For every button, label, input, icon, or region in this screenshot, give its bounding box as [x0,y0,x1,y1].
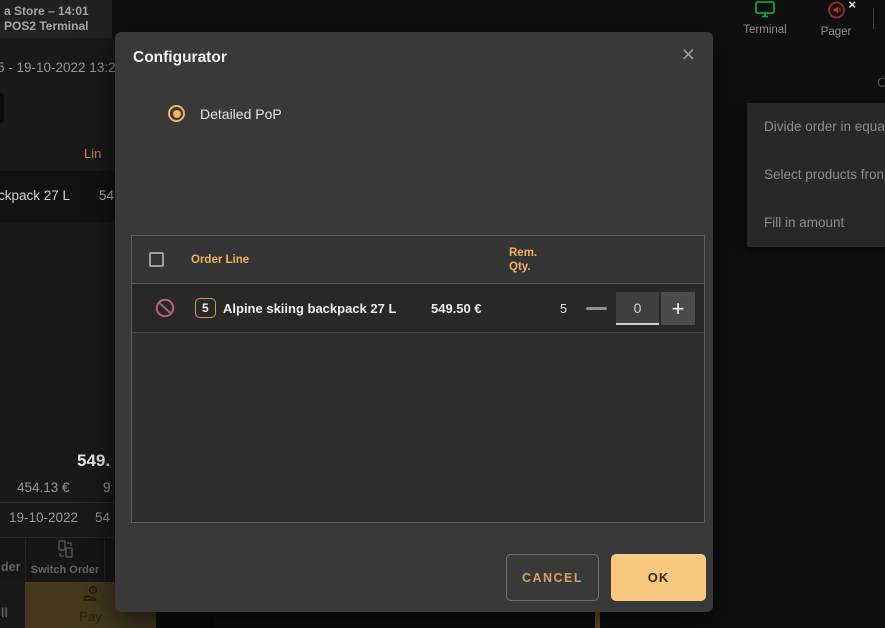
column-header-rem: Rem. [509,247,537,259]
remaining-qty: 5 [560,302,567,316]
column-header-order-line: Order Line [191,254,249,266]
pay-hand-coin-icon [81,585,101,604]
switch-order-label: Switch Order [26,564,104,576]
select-all-checkbox[interactable] [149,252,164,267]
edge-text-fragment: C [877,74,885,90]
qty-input[interactable] [616,292,659,325]
dialog-title: Configurator [133,49,227,67]
table-row: 5 Alpine skiing backpack 27 L 549.50 € 5… [132,284,704,333]
recall-button-fragment[interactable]: ll [1,606,8,620]
column-header-qty: Qty. [509,261,531,273]
terminal-monitor-icon [754,1,776,18]
product-price: 549.50 € [431,301,482,316]
subtotal-value-right: 9 [103,480,111,495]
configurator-dialog: Configurator × Detailed PoP Order Line R… [115,32,713,612]
pager-button[interactable]: × Pager [808,1,864,33]
order-line-name: ckpack 27 L [0,188,70,203]
decrease-qty-button[interactable] [582,296,610,320]
order-tab[interactable]: 5 - 19-10-2022 13:2 [0,60,117,75]
terminal-button[interactable]: Terminal [737,1,793,33]
table-header-row: Order Line Rem. Qty. [132,236,704,284]
detailed-pop-radio-row[interactable]: Detailed PoP [168,105,282,122]
subtotal-value: 454.13 € [17,480,70,495]
terminal-name: POS2 Terminal [4,19,112,34]
radio-selected-icon[interactable] [168,105,185,122]
order-tab-marker [0,93,4,123]
switch-order-button[interactable]: Switch Order [26,537,104,581]
order-date: 19-10-2022 [9,510,78,525]
menu-item-select-products[interactable]: Select products fron [747,151,885,199]
line-column-header: Lin [84,146,101,161]
switch-order-icon [56,540,75,559]
increase-qty-button[interactable]: + [661,292,695,325]
column-header-rem-qty: Rem. Qty. [509,246,537,274]
pager-icon [827,1,846,20]
order-total: 549. [77,451,110,471]
line-qty-badge: 5 [195,298,216,318]
store-name-time: a Store – 14:01 [4,4,112,19]
not-allowed-icon [155,298,175,318]
pager-close-x: × [848,0,856,12]
button-divider [104,537,105,581]
order-date-amount: 54 [95,510,110,525]
split-order-context-menu: Divide order in equa Select products fro… [747,103,885,247]
order-line-price: 54 [99,188,114,203]
pager-label: Pager [808,26,864,38]
order-lines-table: Order Line Rem. Qty. 5 Alpine skiing bac… [131,235,705,523]
cancel-button[interactable]: CANCEL [506,554,599,601]
backdrop-strip [160,617,213,628]
ok-button[interactable]: OK [611,554,706,601]
menu-item-divide-order[interactable]: Divide order in equa [747,103,885,151]
store-header-panel: a Store – 14:01 POS2 Terminal [0,0,112,38]
product-name: Alpine skiing backpack 27 L [223,301,396,316]
topbar-divider [873,8,874,29]
minus-icon [586,307,607,310]
totals-divider [0,502,115,503]
radio-label: Detailed PoP [200,106,282,122]
menu-item-fill-in-amount[interactable]: Fill in amount [747,199,885,247]
close-icon[interactable]: × [682,43,695,66]
radio-dot [173,110,181,118]
backdrop-gold-strip [595,611,600,628]
terminal-label: Terminal [737,24,793,36]
order-button-fragment[interactable]: der [1,560,20,574]
